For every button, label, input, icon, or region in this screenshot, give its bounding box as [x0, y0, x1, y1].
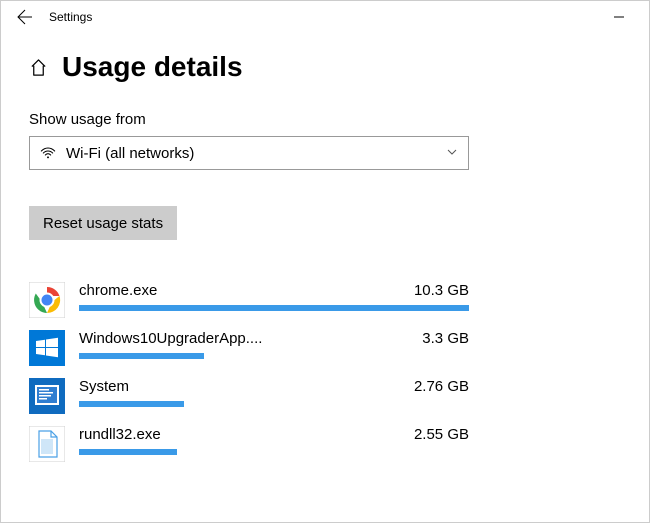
app-name: System: [79, 378, 129, 395]
file-icon: [29, 426, 65, 462]
dropdown-selected-text: Wi-Fi (all networks): [66, 145, 436, 162]
home-icon[interactable]: [29, 58, 48, 77]
app-name: Windows10UpgraderApp....: [79, 330, 262, 347]
app-row[interactable]: rundll32.exe 2.55 GB: [29, 420, 469, 468]
show-usage-label: Show usage from: [29, 111, 621, 128]
page-title: Usage details: [62, 51, 243, 83]
usage-bar: [79, 353, 469, 359]
back-button[interactable]: [9, 1, 41, 33]
app-usage: 10.3 GB: [406, 282, 469, 299]
app-row[interactable]: System 2.76 GB: [29, 372, 469, 420]
app-usage: 2.55 GB: [406, 426, 469, 443]
app-usage-list: chrome.exe 10.3 GB Windows10UpgraderApp...…: [29, 276, 469, 468]
app-usage: 2.76 GB: [406, 378, 469, 395]
chrome-icon: [29, 282, 65, 318]
minimize-icon: [614, 12, 624, 22]
app-name: chrome.exe: [79, 282, 157, 299]
app-name: rundll32.exe: [79, 426, 161, 443]
windows-icon: [29, 330, 65, 366]
minimize-button[interactable]: [596, 1, 641, 33]
usage-bar: [79, 401, 469, 407]
titlebar: Settings: [1, 1, 649, 33]
arrow-left-icon: [17, 9, 33, 25]
usage-bar: [79, 305, 469, 311]
reset-usage-button[interactable]: Reset usage stats: [29, 206, 177, 240]
network-dropdown[interactable]: Wi-Fi (all networks): [29, 136, 469, 170]
app-row[interactable]: Windows10UpgraderApp.... 3.3 GB: [29, 324, 469, 372]
window-title: Settings: [49, 10, 92, 24]
app-row[interactable]: chrome.exe 10.3 GB: [29, 276, 469, 324]
chevron-down-icon: [446, 145, 458, 162]
usage-bar: [79, 449, 469, 455]
app-usage: 3.3 GB: [414, 330, 469, 347]
wifi-icon: [40, 145, 56, 161]
content-area: Usage details Show usage from Wi-Fi (all…: [1, 33, 649, 468]
system-icon: [29, 378, 65, 414]
page-heading: Usage details: [29, 51, 621, 83]
